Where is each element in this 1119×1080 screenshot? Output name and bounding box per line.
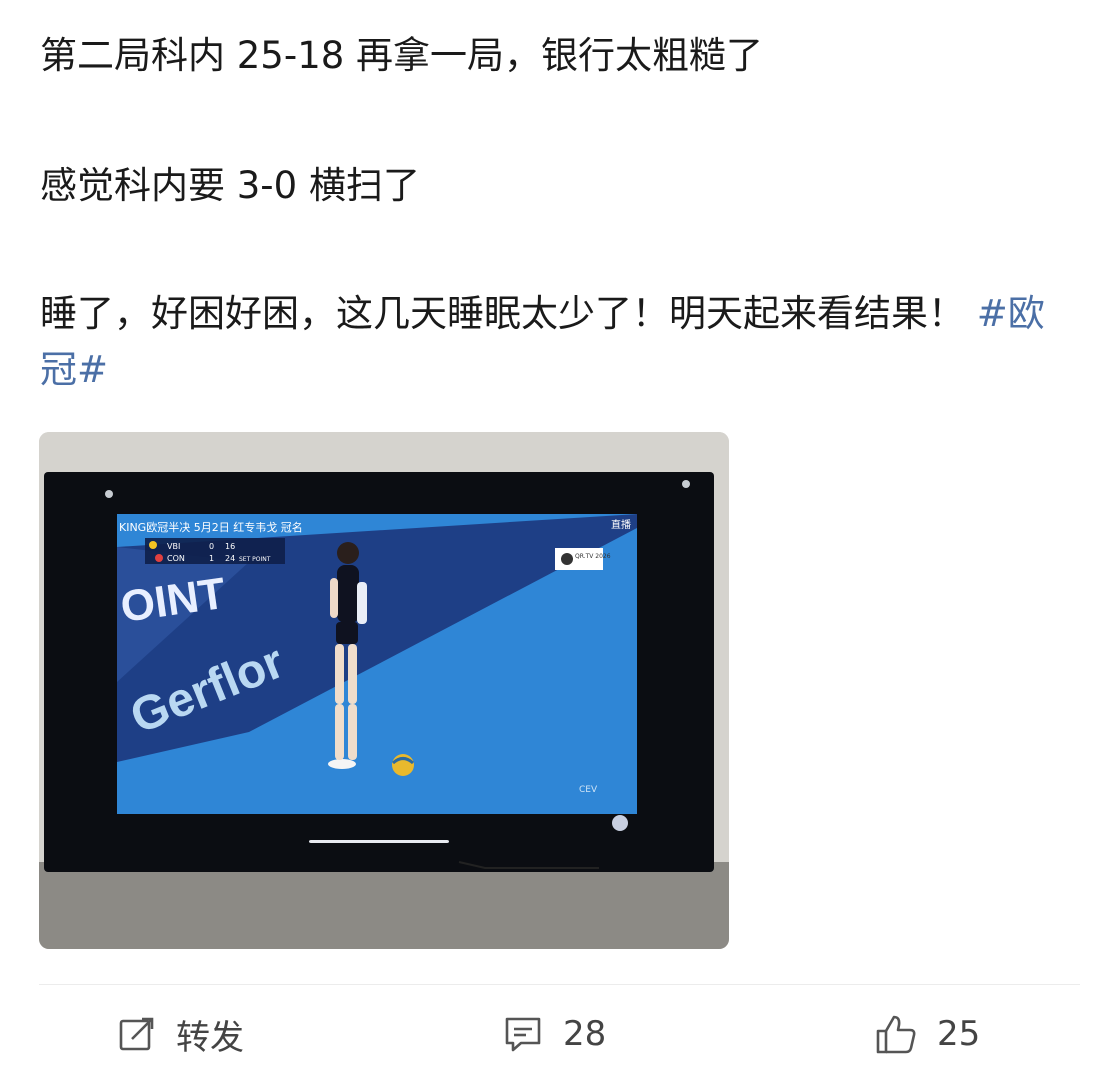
svg-text:1: 1 bbox=[209, 554, 214, 563]
svg-text:QR.TV 2026: QR.TV 2026 bbox=[575, 553, 611, 560]
svg-text:24: 24 bbox=[225, 554, 235, 563]
live-label: 直播 bbox=[611, 518, 631, 531]
comment-button[interactable]: 28 bbox=[503, 1010, 606, 1058]
action-bar: 转发 28 25 bbox=[0, 1010, 1119, 1058]
repost-button[interactable]: 转发 bbox=[118, 1010, 244, 1058]
post-line-3-text: 睡了，好困好困，这几天睡眠太少了！明天起来看结果！ bbox=[40, 292, 965, 335]
post-line-1: 第二局科内 25-18 再拿一局，银行太粗糙了 bbox=[40, 34, 764, 77]
svg-text:CON: CON bbox=[167, 554, 185, 563]
comment-icon bbox=[505, 1017, 541, 1052]
post-line-3: 睡了，好困好困，这几天睡眠太少了！明天起来看结果！ #欧冠# bbox=[40, 286, 1080, 398]
thumbs-up-icon bbox=[876, 1015, 916, 1054]
svg-text:0: 0 bbox=[209, 542, 214, 551]
tv-photo: OINT Gerflor KING欧冠半决 5月2日 红专韦戈 冠名 直播 VB… bbox=[39, 432, 729, 949]
repost-label: 转发 bbox=[176, 1017, 244, 1058]
divider bbox=[39, 984, 1080, 985]
comment-count: 28 bbox=[563, 1014, 607, 1054]
like-button[interactable]: 25 bbox=[875, 1010, 980, 1058]
svg-text:16: 16 bbox=[225, 542, 235, 551]
watermark: CEV bbox=[579, 785, 598, 795]
repost-icon bbox=[119, 1017, 154, 1051]
svg-text:VBI: VBI bbox=[167, 542, 180, 551]
post-line-2: 感觉科内要 3-0 横扫了 bbox=[40, 164, 420, 207]
broadcast-title: KING欧冠半决 5月2日 红专韦戈 冠名 bbox=[119, 520, 303, 534]
post-image[interactable]: OINT Gerflor KING欧冠半决 5月2日 红专韦戈 冠名 直播 VB… bbox=[39, 432, 729, 949]
svg-text:SET POINT: SET POINT bbox=[239, 556, 271, 563]
like-count: 25 bbox=[937, 1014, 981, 1054]
